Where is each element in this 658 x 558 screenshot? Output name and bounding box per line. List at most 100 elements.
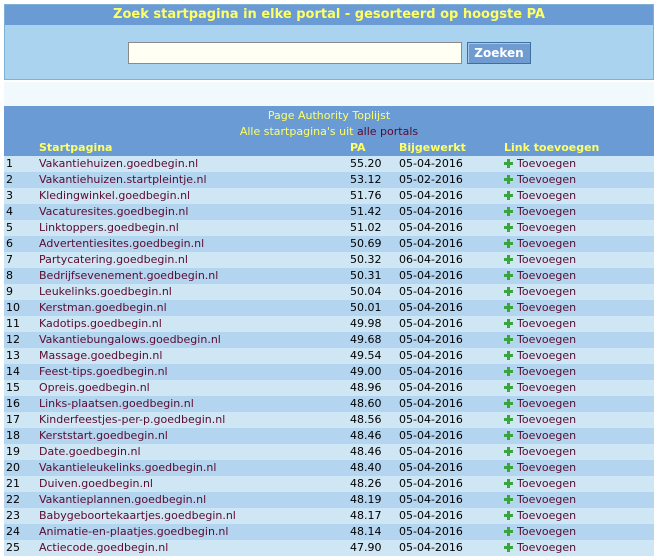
row-add-label: Toevoegen xyxy=(517,301,577,314)
toplist-subtitle: Alle startpagina's uit alle portals xyxy=(4,124,654,140)
row-startpagina-link[interactable]: Kledingwinkel.goedbegin.nl xyxy=(39,188,339,204)
row-add-link[interactable]: Toevoegen xyxy=(504,540,644,556)
row-pa: 51.76 xyxy=(350,189,382,202)
row-startpagina-link[interactable]: Vakantieplannen.goedbegin.nl xyxy=(39,492,339,508)
row-add-link[interactable]: Toevoegen xyxy=(504,156,644,172)
row-add-link[interactable]: Toevoegen xyxy=(504,364,644,380)
table-row: 8 Bedrijfsevenement.goedbegin.nl 50.31 05-0… xyxy=(4,268,654,284)
row-add-label: Toevoegen xyxy=(517,525,577,538)
row-rank: 3 xyxy=(6,189,13,202)
row-rank: 25 xyxy=(6,541,20,554)
plus-icon xyxy=(504,463,513,472)
plus-icon xyxy=(504,335,513,344)
row-startpagina-link[interactable]: Vakantiehuizen.goedbegin.nl xyxy=(39,156,339,172)
row-add-link[interactable]: Toevoegen xyxy=(504,204,644,220)
plus-icon xyxy=(504,495,513,504)
row-add-link[interactable]: Toevoegen xyxy=(504,252,644,268)
header-bijgewerkt: Bijgewerkt xyxy=(399,141,466,154)
all-portals-link[interactable]: alle portals xyxy=(357,125,418,138)
row-add-label: Toevoegen xyxy=(517,365,577,378)
row-rank: 12 xyxy=(6,333,20,346)
row-add-label: Toevoegen xyxy=(517,349,577,362)
row-add-link[interactable]: Toevoegen xyxy=(504,380,644,396)
row-startpagina-link[interactable]: Bedrijfsevenement.goedbegin.nl xyxy=(39,268,339,284)
row-startpagina-link[interactable]: Animatie-en-plaatjes.goedbegin.nl xyxy=(39,524,339,540)
row-startpagina-link[interactable]: Kerstman.goedbegin.nl xyxy=(39,300,339,316)
row-rank: 6 xyxy=(6,237,13,250)
plus-icon xyxy=(504,415,513,424)
header-startpagina: Startpagina xyxy=(39,141,113,154)
row-add-link[interactable]: Toevoegen xyxy=(504,268,644,284)
row-add-link[interactable]: Toevoegen xyxy=(504,188,644,204)
toplist-title: Page Authority Toplijst xyxy=(267,109,391,122)
row-startpagina-link[interactable]: Duiven.goedbegin.nl xyxy=(39,476,339,492)
row-bijgewerkt: 05-04-2016 xyxy=(399,413,463,426)
plus-icon xyxy=(504,271,513,280)
plus-icon xyxy=(504,191,513,200)
row-bijgewerkt: 05-04-2016 xyxy=(399,477,463,490)
row-pa: 48.40 xyxy=(350,461,382,474)
row-pa: 48.46 xyxy=(350,429,382,442)
row-bijgewerkt: 05-04-2016 xyxy=(399,237,463,250)
row-startpagina-link[interactable]: Date.goedbegin.nl xyxy=(39,444,339,460)
row-startpagina-link[interactable]: Kinderfeestjes-per-p.goedbegin.nl xyxy=(39,412,339,428)
row-add-link[interactable]: Toevoegen xyxy=(504,476,644,492)
row-startpagina-link[interactable]: Actiecode.goedbegin.nl xyxy=(39,540,339,556)
row-add-link[interactable]: Toevoegen xyxy=(504,444,644,460)
row-startpagina-link[interactable]: Feest-tips.goedbegin.nl xyxy=(39,364,339,380)
search-input[interactable] xyxy=(128,42,462,64)
row-startpagina-link[interactable]: Opreis.goedbegin.nl xyxy=(39,380,339,396)
row-startpagina-link[interactable]: Babygeboortekaartjes.goedbegin.nl xyxy=(39,508,339,524)
row-rank: 16 xyxy=(6,397,20,410)
row-add-label: Toevoegen xyxy=(517,477,577,490)
row-rank: 8 xyxy=(6,269,13,282)
row-add-link[interactable]: Toevoegen xyxy=(504,508,644,524)
row-startpagina-link[interactable]: Leukelinks.goedbegin.nl xyxy=(39,284,339,300)
row-startpagina-link[interactable]: Vakantiebungalows.goedbegin.nl xyxy=(39,332,339,348)
row-startpagina-link[interactable]: Advertentiesites.goedbegin.nl xyxy=(39,236,339,252)
row-add-link[interactable]: Toevoegen xyxy=(504,524,644,540)
row-add-link[interactable]: Toevoegen xyxy=(504,172,644,188)
row-startpagina-link[interactable]: Vacaturesites.goedbegin.nl xyxy=(39,204,339,220)
row-add-link[interactable]: Toevoegen xyxy=(504,428,644,444)
row-startpagina-link[interactable]: Kerststart.goedbegin.nl xyxy=(39,428,339,444)
plus-icon xyxy=(504,383,513,392)
row-add-link[interactable]: Toevoegen xyxy=(504,332,644,348)
row-pa: 47.90 xyxy=(350,541,382,554)
row-add-link[interactable]: Toevoegen xyxy=(504,460,644,476)
row-startpagina-link[interactable]: Partycatering.goedbegin.nl xyxy=(39,252,339,268)
row-rank: 19 xyxy=(6,445,20,458)
row-add-label: Toevoegen xyxy=(517,205,577,218)
row-startpagina-link[interactable]: Vakantiehuizen.startpleintje.nl xyxy=(39,172,339,188)
row-add-label: Toevoegen xyxy=(517,189,577,202)
row-pa: 48.26 xyxy=(350,477,382,490)
row-add-link[interactable]: Toevoegen xyxy=(504,396,644,412)
row-add-link[interactable]: Toevoegen xyxy=(504,316,644,332)
row-add-link[interactable]: Toevoegen xyxy=(504,412,644,428)
row-add-link[interactable]: Toevoegen xyxy=(504,300,644,316)
row-startpagina-link[interactable]: Massage.goedbegin.nl xyxy=(39,348,339,364)
row-startpagina-link[interactable]: Links-plaatsen.goedbegin.nl xyxy=(39,396,339,412)
row-add-link[interactable]: Toevoegen xyxy=(504,284,644,300)
row-rank: 21 xyxy=(6,477,20,490)
row-pa: 50.04 xyxy=(350,285,382,298)
table-row: 2 Vakantiehuizen.startpleintje.nl 53.12 05-… xyxy=(4,172,654,188)
row-add-link[interactable]: Toevoegen xyxy=(504,492,644,508)
row-startpagina-link[interactable]: Kadotips.goedbegin.nl xyxy=(39,316,339,332)
table-row: 6 Advertentiesites.goedbegin.nl 50.69 05-04… xyxy=(4,236,654,252)
row-bijgewerkt: 05-04-2016 xyxy=(399,205,463,218)
search-button[interactable]: Zoeken xyxy=(467,42,531,64)
row-bijgewerkt: 05-04-2016 xyxy=(399,317,463,330)
row-add-link[interactable]: Toevoegen xyxy=(504,236,644,252)
row-startpagina-link[interactable]: Vakantieleukelinks.goedbegin.nl xyxy=(39,460,339,476)
row-startpagina-link[interactable]: Linktoppers.goedbegin.nl xyxy=(39,220,339,236)
row-bijgewerkt: 05-04-2016 xyxy=(399,461,463,474)
table-row: 14 Feest-tips.goedbegin.nl 49.00 05-04-2016… xyxy=(4,364,654,380)
row-pa: 50.01 xyxy=(350,301,382,314)
row-bijgewerkt: 05-04-2016 xyxy=(399,445,463,458)
row-pa: 48.46 xyxy=(350,445,382,458)
row-add-link[interactable]: Toevoegen xyxy=(504,220,644,236)
row-rank: 4 xyxy=(6,205,13,218)
row-rank: 14 xyxy=(6,365,20,378)
row-add-link[interactable]: Toevoegen xyxy=(504,348,644,364)
